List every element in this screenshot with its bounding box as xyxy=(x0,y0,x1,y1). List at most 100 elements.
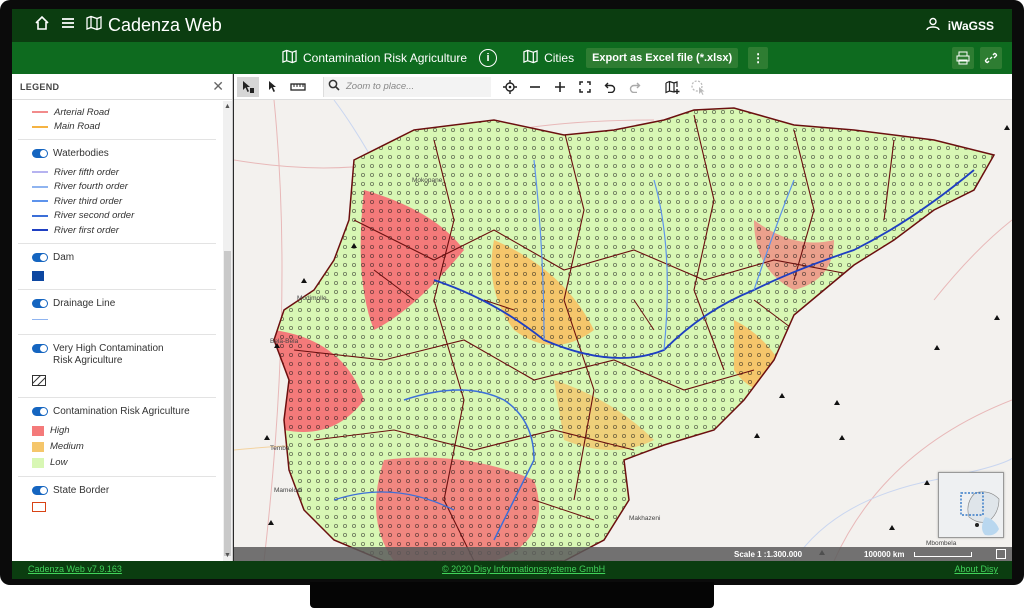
user-menu[interactable]: iWaGSS xyxy=(926,9,994,42)
redo-button[interactable] xyxy=(624,77,646,97)
legend-group-drainage: Drainage Line xyxy=(12,290,222,320)
search-icon xyxy=(328,78,340,96)
home-icon[interactable] xyxy=(34,15,50,36)
contamination-toggle[interactable]: Contamination Risk Agriculture xyxy=(12,406,222,417)
legend-label: Arterial Road xyxy=(54,106,110,118)
toggle-switch[interactable] xyxy=(32,406,48,416)
map-title: Contamination Risk Agriculture xyxy=(303,51,468,65)
legend-item-river-fifth: River fifth order xyxy=(12,165,222,180)
more-options-button[interactable]: ⋮ xyxy=(748,47,769,69)
legend-label: River first order xyxy=(54,224,119,236)
legend-label: Medium xyxy=(50,441,84,452)
map-canvas[interactable]: Mokopane Modimolle Bela-Bela Temba Mamel… xyxy=(234,100,1012,561)
undo-icon xyxy=(604,82,616,93)
version-link[interactable]: Cadenza Web v7.9.163 xyxy=(28,564,122,574)
toggle-switch[interactable] xyxy=(32,252,48,262)
legend-group-contamination: Contamination Risk Agriculture High Medi… xyxy=(12,398,222,471)
scale-label: Scale 1 :1.300.000 xyxy=(734,550,803,559)
overview-map[interactable] xyxy=(938,472,1004,538)
toggle-switch[interactable] xyxy=(32,298,48,308)
measure-tool[interactable] xyxy=(287,77,309,97)
line-swatch xyxy=(32,185,48,188)
overview-toggle-icon[interactable] xyxy=(996,549,1006,559)
place-label: Bela-Bela xyxy=(270,338,299,345)
scroll-up-icon[interactable]: ▲ xyxy=(224,103,231,110)
legend-item-arterial-road: Arterial Road xyxy=(12,105,222,120)
legend-group-title: Very High Contamination Risk Agriculture xyxy=(53,342,164,366)
search-input[interactable]: Zoom to place... xyxy=(346,81,414,92)
toggle-switch[interactable] xyxy=(32,485,48,495)
drainage-toggle[interactable]: Drainage Line xyxy=(12,298,222,309)
legend-label: Main Road xyxy=(54,121,100,133)
user-icon xyxy=(926,17,940,34)
place-label: Mokopane xyxy=(412,177,443,184)
legend-label: Low xyxy=(50,457,68,468)
zoom-in-button[interactable] xyxy=(549,77,571,97)
cities-map-icon xyxy=(523,49,538,67)
info-select-tool[interactable] xyxy=(237,76,259,97)
line-swatch xyxy=(32,171,48,174)
legend-title: LEGEND xyxy=(20,81,60,92)
plus-icon xyxy=(555,81,565,92)
legend-label: River fourth order xyxy=(54,181,128,193)
map-icon xyxy=(282,49,297,67)
fill-swatch xyxy=(32,457,44,468)
ruler-icon xyxy=(290,82,306,91)
print-icon xyxy=(956,51,970,65)
legend-group-title: State Border xyxy=(53,484,110,496)
state-border-swatch xyxy=(32,501,46,512)
selection-icon xyxy=(691,79,705,95)
legend-item-main-road: Main Road xyxy=(12,120,222,135)
cursor-info-icon xyxy=(243,80,254,93)
monitor-stand xyxy=(310,582,714,608)
locate-button[interactable] xyxy=(499,77,521,97)
scroll-down-icon[interactable]: ▼ xyxy=(224,552,231,559)
line-swatch xyxy=(32,111,48,114)
line-swatch xyxy=(32,200,48,203)
place-label: Makhazeni xyxy=(629,515,661,522)
map-header-bar: Contamination Risk Agriculture i Cities … xyxy=(12,42,1012,74)
scale-ruler xyxy=(914,552,972,557)
fill-swatch xyxy=(32,441,44,452)
waterbodies-toggle[interactable]: Waterbodies xyxy=(12,148,222,159)
legend-item-medium: Medium xyxy=(12,439,222,455)
user-name: iWaGSS xyxy=(947,18,994,33)
legend-item-river-first: River first order xyxy=(12,223,222,238)
close-icon[interactable]: ✕ xyxy=(212,78,224,95)
cities-link[interactable]: Cities xyxy=(544,51,574,65)
legend-header: LEGEND ✕ xyxy=(12,74,232,100)
fill-swatch xyxy=(32,425,44,436)
legend-group-state-border: State Border xyxy=(12,477,222,512)
app-screen: Cadenza Web iWaGSS Contamination Risk Ag… xyxy=(12,9,1012,579)
very-high-toggle[interactable]: Very High Contamination Risk Agriculture xyxy=(12,343,222,367)
spatial-select-button[interactable] xyxy=(687,77,709,97)
zoom-out-button[interactable] xyxy=(524,77,546,97)
toggle-switch[interactable] xyxy=(32,149,48,158)
export-excel-button[interactable]: Export as Excel file (*.xlsx) xyxy=(586,48,739,68)
legend-body: Arterial Road Main Road Waterbodies Rive… xyxy=(12,101,222,561)
scroll-thumb[interactable] xyxy=(224,251,231,556)
legend-scrollbar[interactable]: ▲ ▼ xyxy=(223,101,232,561)
legend-group-waterbodies: Waterbodies River fifth order River four… xyxy=(12,140,222,238)
copyright-link[interactable]: © 2020 Disy Informationssysteme GmbH xyxy=(442,564,605,574)
undo-button[interactable] xyxy=(599,77,621,97)
dam-toggle[interactable]: Dam xyxy=(12,252,222,263)
info-icon[interactable]: i xyxy=(479,49,498,67)
add-layer-button[interactable] xyxy=(662,77,684,97)
full-extent-button[interactable] xyxy=(574,77,596,97)
menu-icon[interactable] xyxy=(60,15,76,36)
about-disy-link[interactable]: About Disy xyxy=(954,564,998,574)
state-border-toggle[interactable]: State Border xyxy=(12,485,222,496)
legend-label: River third order xyxy=(54,195,123,207)
map-add-icon xyxy=(665,80,680,94)
share-link-button[interactable] xyxy=(980,47,1002,69)
place-label: Temba xyxy=(270,445,290,452)
map-svg[interactable] xyxy=(234,100,1012,561)
select-tool[interactable] xyxy=(262,77,284,97)
cursor-icon xyxy=(269,81,276,92)
toggle-switch[interactable] xyxy=(32,343,48,353)
legend-label: River fifth order xyxy=(54,166,119,178)
legend-label: High xyxy=(50,425,70,436)
print-button[interactable] xyxy=(952,47,974,69)
place-search[interactable]: Zoom to place... xyxy=(323,76,491,97)
